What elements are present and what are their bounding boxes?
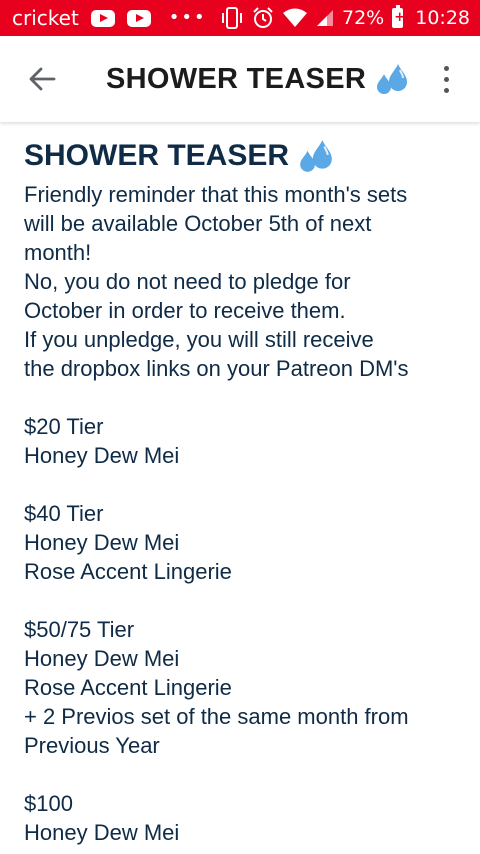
battery-percent: 72% (342, 7, 385, 29)
post-line: October in order to receive them. (24, 298, 346, 323)
tier-heading: $100 (24, 791, 73, 816)
tier-heading: $50/75 Tier (24, 617, 135, 642)
signal-icon (317, 10, 333, 26)
more-options-button[interactable] (426, 53, 466, 105)
notification-icons: ••• (90, 7, 207, 28)
tier-item: + 2 Previos set of the same month from (24, 704, 409, 729)
more-notifications-icon: ••• (168, 7, 207, 28)
tier-heading: $20 Tier (24, 414, 104, 439)
post-title-text: SHOWER TEASER (24, 139, 290, 172)
previous-text-fragment (24, 122, 456, 124)
post-line: If you unpledge, you will still receive (24, 327, 374, 352)
tier-heading: $40 Tier (24, 501, 104, 526)
post-content: SHOWER TEASER Friendly reminder that thi… (0, 122, 480, 854)
clock: 10:28 (415, 7, 470, 29)
wifi-icon (283, 8, 307, 27)
post-line: month! (24, 240, 92, 265)
page-title-text: SHOWER TEASER (106, 62, 367, 95)
tier-item: Honey Dew Mei (24, 820, 180, 845)
battery-charging-icon: + (392, 5, 405, 28)
post-line: the dropbox links on your Patreon DM's (24, 356, 409, 381)
youtube-notification-icon (90, 9, 115, 27)
post-body: Friendly reminder that this month's sets… (24, 180, 456, 847)
sweat-droplets-icon (377, 64, 408, 94)
tier-item: Rose Accent Lingerie (24, 559, 232, 584)
carrier-name: cricket (12, 6, 79, 30)
vibrate-icon (222, 7, 242, 29)
back-button[interactable] (16, 53, 68, 105)
tier-item: Honey Dew Mei (24, 443, 180, 468)
post-title: SHOWER TEASER (24, 138, 456, 174)
status-bar: cricket ••• 72% + 10:28 (0, 0, 480, 36)
app-bar: SHOWER TEASER (0, 36, 480, 122)
tier-item: Honey Dew Mei (24, 530, 180, 555)
tier-item: Rose Accent Lingerie (24, 675, 232, 700)
alarm-icon (253, 7, 273, 28)
post-line: Friendly reminder that this month's sets (24, 182, 408, 207)
post-line: will be available October 5th of next (24, 211, 372, 236)
page-title: SHOWER TEASER (106, 62, 426, 96)
more-vertical-icon (443, 65, 449, 71)
system-icons: 72% + 10:28 (220, 5, 470, 29)
sweat-droplets-icon (300, 140, 332, 172)
post-line: No, you do not need to pledge for (24, 269, 351, 294)
tier-item: Honey Dew Mei (24, 646, 180, 671)
arrow-left-icon (29, 67, 56, 91)
youtube-notification-icon-2 (126, 9, 151, 27)
tier-item: Previous Year (24, 733, 160, 758)
